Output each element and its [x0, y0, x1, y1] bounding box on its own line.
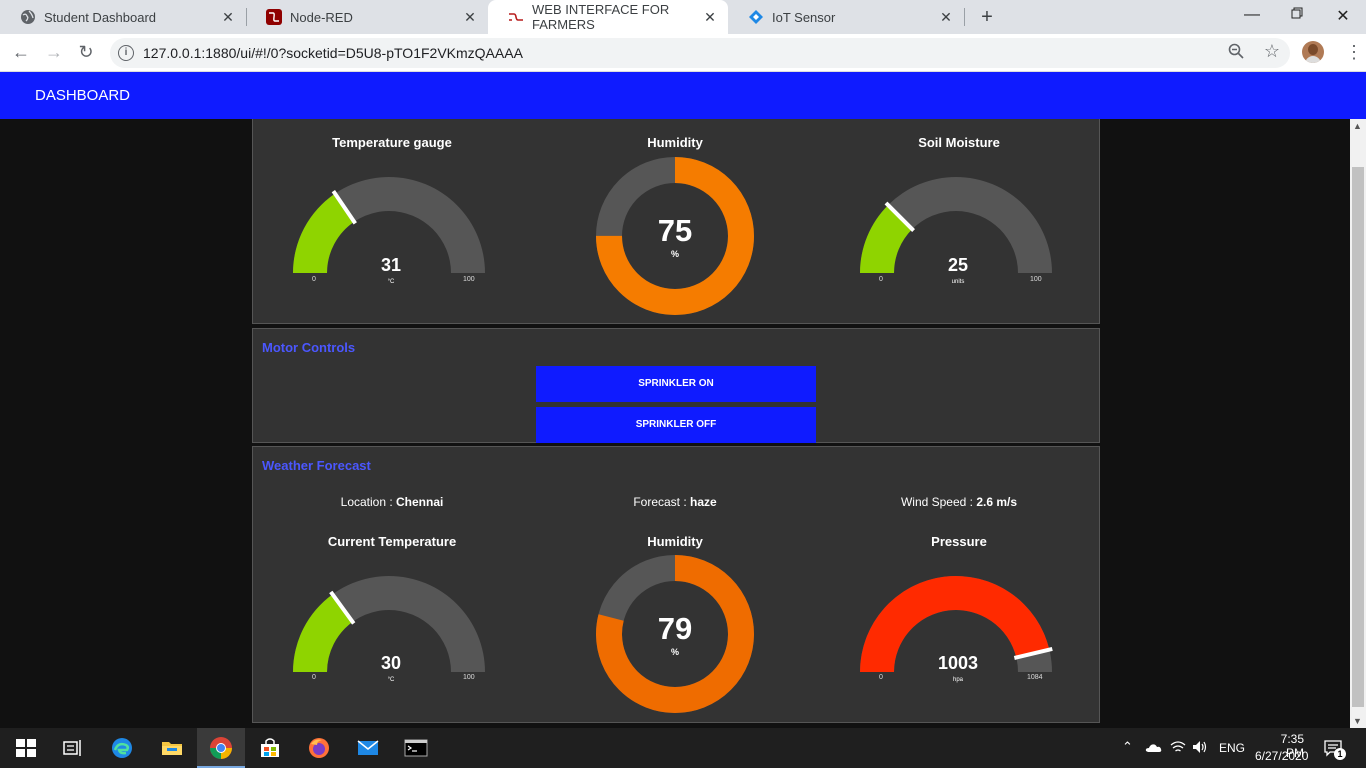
soil-moisture-title: Soil Moisture — [918, 135, 1000, 150]
new-tab-icon[interactable]: + — [977, 6, 997, 29]
firefox-icon[interactable] — [307, 736, 331, 760]
forecast-text: Forecast : haze — [555, 495, 795, 509]
dashboard-title: DASHBOARD — [35, 87, 131, 104]
store-icon[interactable] — [258, 736, 282, 760]
temperature-unit: °C — [387, 279, 395, 285]
tab-title: Node-RED — [290, 9, 353, 25]
sprinkler-off-button[interactable]: SPRINKLER OFF — [536, 407, 816, 443]
humidity-value: 75 — [657, 213, 693, 248]
temperature-min: 0 — [312, 276, 316, 283]
bookmark-star-icon[interactable]: ☆ — [1264, 41, 1280, 62]
forward-arrow-icon[interactable]: → — [43, 42, 65, 63]
forecast-value: haze — [690, 495, 717, 509]
motor-controls-group: Motor Controls SPRINKLER ON SPRINKLER OF… — [252, 328, 1100, 443]
scroll-up-arrow-icon[interactable]: ▲ — [1353, 121, 1362, 131]
weather-humidity-title: Humidity — [647, 534, 703, 549]
pressure-title: Pressure — [931, 534, 987, 549]
weather-forecast-title: Weather Forecast — [262, 458, 371, 473]
close-window-icon[interactable]: ✕ — [1333, 6, 1353, 26]
task-view-icon[interactable] — [60, 736, 84, 760]
tab-title: Student Dashboard — [44, 9, 157, 25]
tab-student-dashboard[interactable]: Student Dashboard ✕ — [0, 0, 247, 34]
close-icon[interactable]: ✕ — [462, 9, 478, 25]
volume-icon[interactable] — [1192, 740, 1208, 754]
notification-count-badge: 1 — [1334, 748, 1346, 760]
restore-icon[interactable] — [1287, 6, 1307, 24]
wind-speed-text: Wind Speed : 2.6 m/s — [839, 495, 1079, 509]
pressure-max: 1084 — [1027, 674, 1043, 681]
current-temperature-min: 0 — [312, 674, 316, 681]
terminal-icon[interactable] — [404, 736, 428, 760]
tray-chevron-up-icon[interactable]: ⌃ — [1122, 739, 1133, 755]
node-red-icon — [266, 9, 282, 25]
windows-start-icon[interactable] — [14, 736, 38, 760]
humidity-title: Humidity — [647, 135, 703, 150]
close-icon[interactable]: ✕ — [938, 9, 954, 25]
profile-avatar[interactable] — [1302, 41, 1324, 63]
forecast-label: Forecast : — [633, 495, 690, 509]
address-bar[interactable]: i 127.0.0.1:1880/ui/#!/0?socketid=D5U8-p… — [110, 38, 1290, 68]
tab-title: IoT Sensor — [772, 9, 836, 25]
scroll-down-arrow-icon[interactable]: ▼ — [1353, 716, 1362, 726]
close-icon[interactable]: ✕ — [702, 9, 718, 25]
current-temperature-title: Current Temperature — [327, 534, 457, 549]
url-text[interactable]: 127.0.0.1:1880/ui/#!/0?socketid=D5U8-pTO… — [143, 45, 523, 61]
temperature-gauge-title: Temperature gauge — [332, 135, 452, 150]
globe-icon — [20, 9, 36, 25]
close-icon[interactable]: ✕ — [220, 9, 236, 25]
current-temperature-unit: °C — [387, 677, 395, 683]
temperature-max: 100 — [463, 276, 475, 283]
current-temperature-value: 30 — [380, 653, 402, 673]
pressure-min: 0 — [879, 674, 883, 681]
weather-humidity-unit: % — [670, 647, 679, 657]
scrollbar-thumb[interactable] — [1352, 167, 1364, 707]
language-indicator[interactable]: ENG — [1219, 741, 1245, 755]
soil-moisture-value: 25 — [947, 255, 969, 275]
browser-tabbar: Student Dashboard ✕ Node-RED ✕ WEB INTER… — [0, 0, 1366, 34]
location-text: Location : Chennai — [272, 495, 512, 509]
pressure-value: 1003 — [937, 653, 979, 673]
minimize-icon[interactable]: — — [1242, 6, 1262, 24]
dashboard-header: DASHBOARD — [0, 72, 1366, 119]
sensors-group: Temperature gauge 31 °C 0 100 Humidity 7… — [252, 119, 1100, 324]
chrome-icon[interactable] — [209, 736, 233, 760]
info-icon[interactable]: i — [118, 45, 134, 61]
reload-icon[interactable]: ↻ — [75, 42, 97, 63]
location-value: Chennai — [396, 495, 444, 509]
node-red-ui-icon — [508, 9, 524, 25]
temperature-value: 31 — [380, 255, 402, 275]
weather-humidity-value: 79 — [657, 611, 693, 646]
location-label: Location : — [340, 495, 397, 509]
tab-node-red[interactable]: Node-RED ✕ — [246, 0, 488, 34]
tab-title: WEB INTERFACE FOR FARMERS — [532, 2, 670, 32]
iot-sensor-icon — [748, 9, 764, 25]
onedrive-icon[interactable] — [1144, 741, 1162, 753]
humidity-unit: % — [670, 249, 679, 259]
zoom-icon[interactable] — [1228, 43, 1244, 64]
soil-moisture-unit: units — [951, 279, 965, 285]
clock-date[interactable]: 6/27/2020 — [1255, 749, 1308, 763]
windows-taskbar: ⌃ ENG 7:35 PM 6/27/2020 1 — [0, 728, 1366, 768]
soil-moisture-min: 0 — [879, 276, 883, 283]
pressure-unit: hpa — [952, 677, 963, 683]
browser-toolbar: ← → ↻ i 127.0.0.1:1880/ui/#!/0?socketid=… — [0, 34, 1366, 72]
mail-icon[interactable] — [356, 736, 380, 760]
weather-forecast-group: Weather Forecast Location : Chennai Fore… — [252, 446, 1100, 723]
edge-browser-icon[interactable] — [110, 736, 134, 760]
wind-speed-value: 2.6 m/s — [976, 495, 1018, 509]
menu-kebab-icon[interactable]: ⋮ — [1345, 42, 1363, 63]
motor-controls-title: Motor Controls — [262, 340, 356, 355]
dashboard-content: Temperature gauge 31 °C 0 100 Humidity 7… — [0, 119, 1350, 728]
page-scrollbar[interactable]: ▲ ▼ — [1350, 119, 1366, 728]
current-temperature-max: 100 — [463, 674, 475, 681]
back-arrow-icon[interactable]: ← — [10, 42, 32, 63]
wind-speed-label: Wind Speed : — [900, 495, 977, 509]
file-explorer-icon[interactable] — [160, 736, 184, 760]
soil-moisture-max: 100 — [1030, 276, 1042, 283]
tab-iot-sensor[interactable]: IoT Sensor ✕ — [728, 0, 965, 34]
tab-web-interface-for-farmers[interactable]: WEB INTERFACE FOR FARMERS ✕ — [488, 0, 728, 34]
tab-separator — [964, 8, 965, 26]
sprinkler-on-button[interactable]: SPRINKLER ON — [536, 366, 816, 402]
wifi-icon[interactable] — [1170, 740, 1186, 754]
